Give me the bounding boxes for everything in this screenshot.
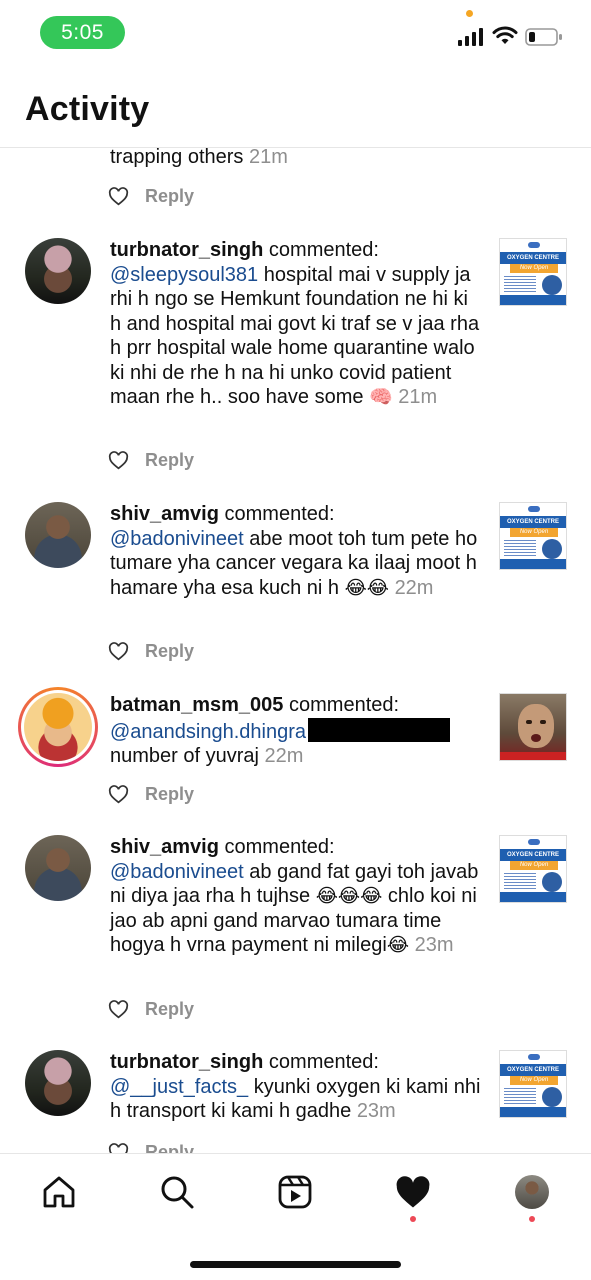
thumbnail-title: OXYGEN CENTRE [500, 1064, 566, 1076]
reply-row: Reply [108, 639, 194, 663]
reply-row: Reply [108, 1140, 194, 1153]
comment-time: 22m [264, 745, 304, 767]
comment-text: shiv_amvig commented: @badonivineet abe … [110, 502, 482, 600]
like-heart-icon[interactable] [108, 641, 129, 661]
comment-text: turbnator_singh commented: @sleepysoul38… [110, 238, 482, 410]
reply-button[interactable]: Reply [145, 1142, 194, 1154]
like-heart-icon[interactable] [108, 186, 129, 206]
status-bar: 5:05 [0, 0, 591, 70]
comment-time: 23m [414, 934, 454, 956]
activity-tab[interactable] [393, 1172, 433, 1212]
avatar[interactable] [25, 502, 91, 568]
home-tab[interactable] [39, 1172, 79, 1212]
reels-tab[interactable] [275, 1172, 315, 1212]
reply-button[interactable]: Reply [145, 784, 194, 805]
thumbnail-title: OXYGEN CENTRE [500, 252, 566, 264]
comment-action: commented: [224, 503, 335, 525]
like-heart-icon[interactable] [108, 784, 129, 804]
thumbnail-subtitle: Now Open [510, 1076, 558, 1085]
comment-text: turbnator_singh commented: @__just_facts… [110, 1050, 482, 1124]
profile-avatar [515, 1175, 549, 1209]
brain-emoji: 🧠 [369, 386, 393, 408]
profile-tab[interactable] [512, 1172, 552, 1212]
mention-link[interactable]: @sleepysoul381 [110, 264, 258, 286]
post-thumbnail[interactable]: OXYGEN CENTRE Now Open [499, 238, 567, 306]
thumbnail-subtitle: Now Open [510, 528, 558, 537]
laughing-emoji: 😂😂😂 [315, 885, 383, 907]
comment-action: commented: [268, 1051, 379, 1073]
battery-icon [525, 28, 562, 46]
post-thumbnail[interactable]: OXYGEN CENTRE Now Open [499, 835, 567, 903]
username[interactable]: batman_msm_005 [110, 694, 283, 716]
search-tab[interactable] [157, 1172, 197, 1212]
comment-text: batman_msm_005 commented: @anandsingh.dh… [110, 693, 482, 769]
post-thumbnail[interactable]: OXYGEN CENTRE Now Open [499, 1050, 567, 1118]
comment-time: 21m [248, 148, 288, 168]
activity-heart-icon [396, 1176, 430, 1208]
activity-notification-dot [410, 1216, 416, 1222]
home-icon [43, 1176, 75, 1208]
post-thumbnail[interactable] [499, 693, 567, 761]
page-title: Activity [25, 90, 150, 128]
mention-link[interactable]: @__just_facts_ [110, 1076, 248, 1098]
comment-text: shiv_amvig commented: @badonivineet ab g… [110, 835, 482, 958]
avatar[interactable] [25, 1050, 91, 1116]
mention-link[interactable]: @badonivineet [110, 861, 244, 883]
reply-button[interactable]: Reply [145, 186, 194, 207]
reply-button[interactable]: Reply [145, 641, 194, 662]
wifi-icon [492, 26, 518, 44]
mention-link[interactable]: @anandsingh.dhingra [110, 721, 306, 743]
reply-button[interactable]: Reply [145, 450, 194, 471]
laughing-emoji: 😂😂 [344, 576, 389, 599]
thumbnail-subtitle: Now Open [510, 264, 558, 273]
redaction-bar [308, 717, 451, 742]
thumbnail-subtitle: Now Open [510, 861, 558, 870]
thumbnail-title: OXYGEN CENTRE [500, 516, 566, 528]
like-heart-icon[interactable] [108, 999, 129, 1019]
avatar[interactable] [25, 835, 91, 901]
profile-notification-dot [529, 1216, 535, 1222]
username[interactable]: turbnator_singh [110, 239, 263, 261]
username[interactable]: shiv_amvig [110, 836, 219, 858]
search-icon [161, 1176, 194, 1209]
comment-body: trapping others [110, 148, 244, 168]
laughing-emoji: 😂 [386, 934, 410, 956]
comment-body: number of yuvraj [110, 745, 259, 767]
reply-row: Reply [108, 997, 194, 1021]
comment-action: commented: [268, 239, 379, 261]
mention-link[interactable]: @badonivineet [110, 528, 244, 550]
post-thumbnail[interactable]: OXYGEN CENTRE Now Open [499, 502, 567, 570]
reply-button[interactable]: Reply [145, 999, 194, 1020]
thumbnail-title: OXYGEN CENTRE [500, 849, 566, 861]
comment-time: 21m [398, 386, 438, 408]
reels-icon [278, 1175, 312, 1209]
activity-feed[interactable]: trapping others 21m Reply turbnator_sing… [0, 148, 591, 1153]
cellular-signal-icon [458, 28, 483, 46]
reply-row: Reply [108, 448, 194, 472]
comment-text: trapping others 21m [110, 148, 482, 170]
comment-action: commented: [224, 836, 335, 858]
comment-time: 23m [356, 1100, 396, 1122]
like-heart-icon[interactable] [108, 450, 129, 470]
reply-row: Reply [108, 782, 194, 806]
home-indicator[interactable] [190, 1261, 401, 1268]
privacy-indicator-dot [466, 10, 473, 17]
reply-row: Reply [108, 184, 194, 208]
activity-header: Activity [0, 70, 591, 148]
username[interactable]: turbnator_singh [110, 1051, 263, 1073]
avatar-story-ring[interactable] [18, 687, 98, 767]
comment-time: 22m [394, 576, 434, 599]
username[interactable]: shiv_amvig [110, 503, 219, 525]
avatar [24, 693, 92, 761]
comment-action: commented: [289, 694, 400, 716]
status-time: 5:05 [40, 16, 125, 49]
avatar[interactable] [25, 238, 91, 304]
like-heart-icon[interactable] [108, 1142, 129, 1154]
